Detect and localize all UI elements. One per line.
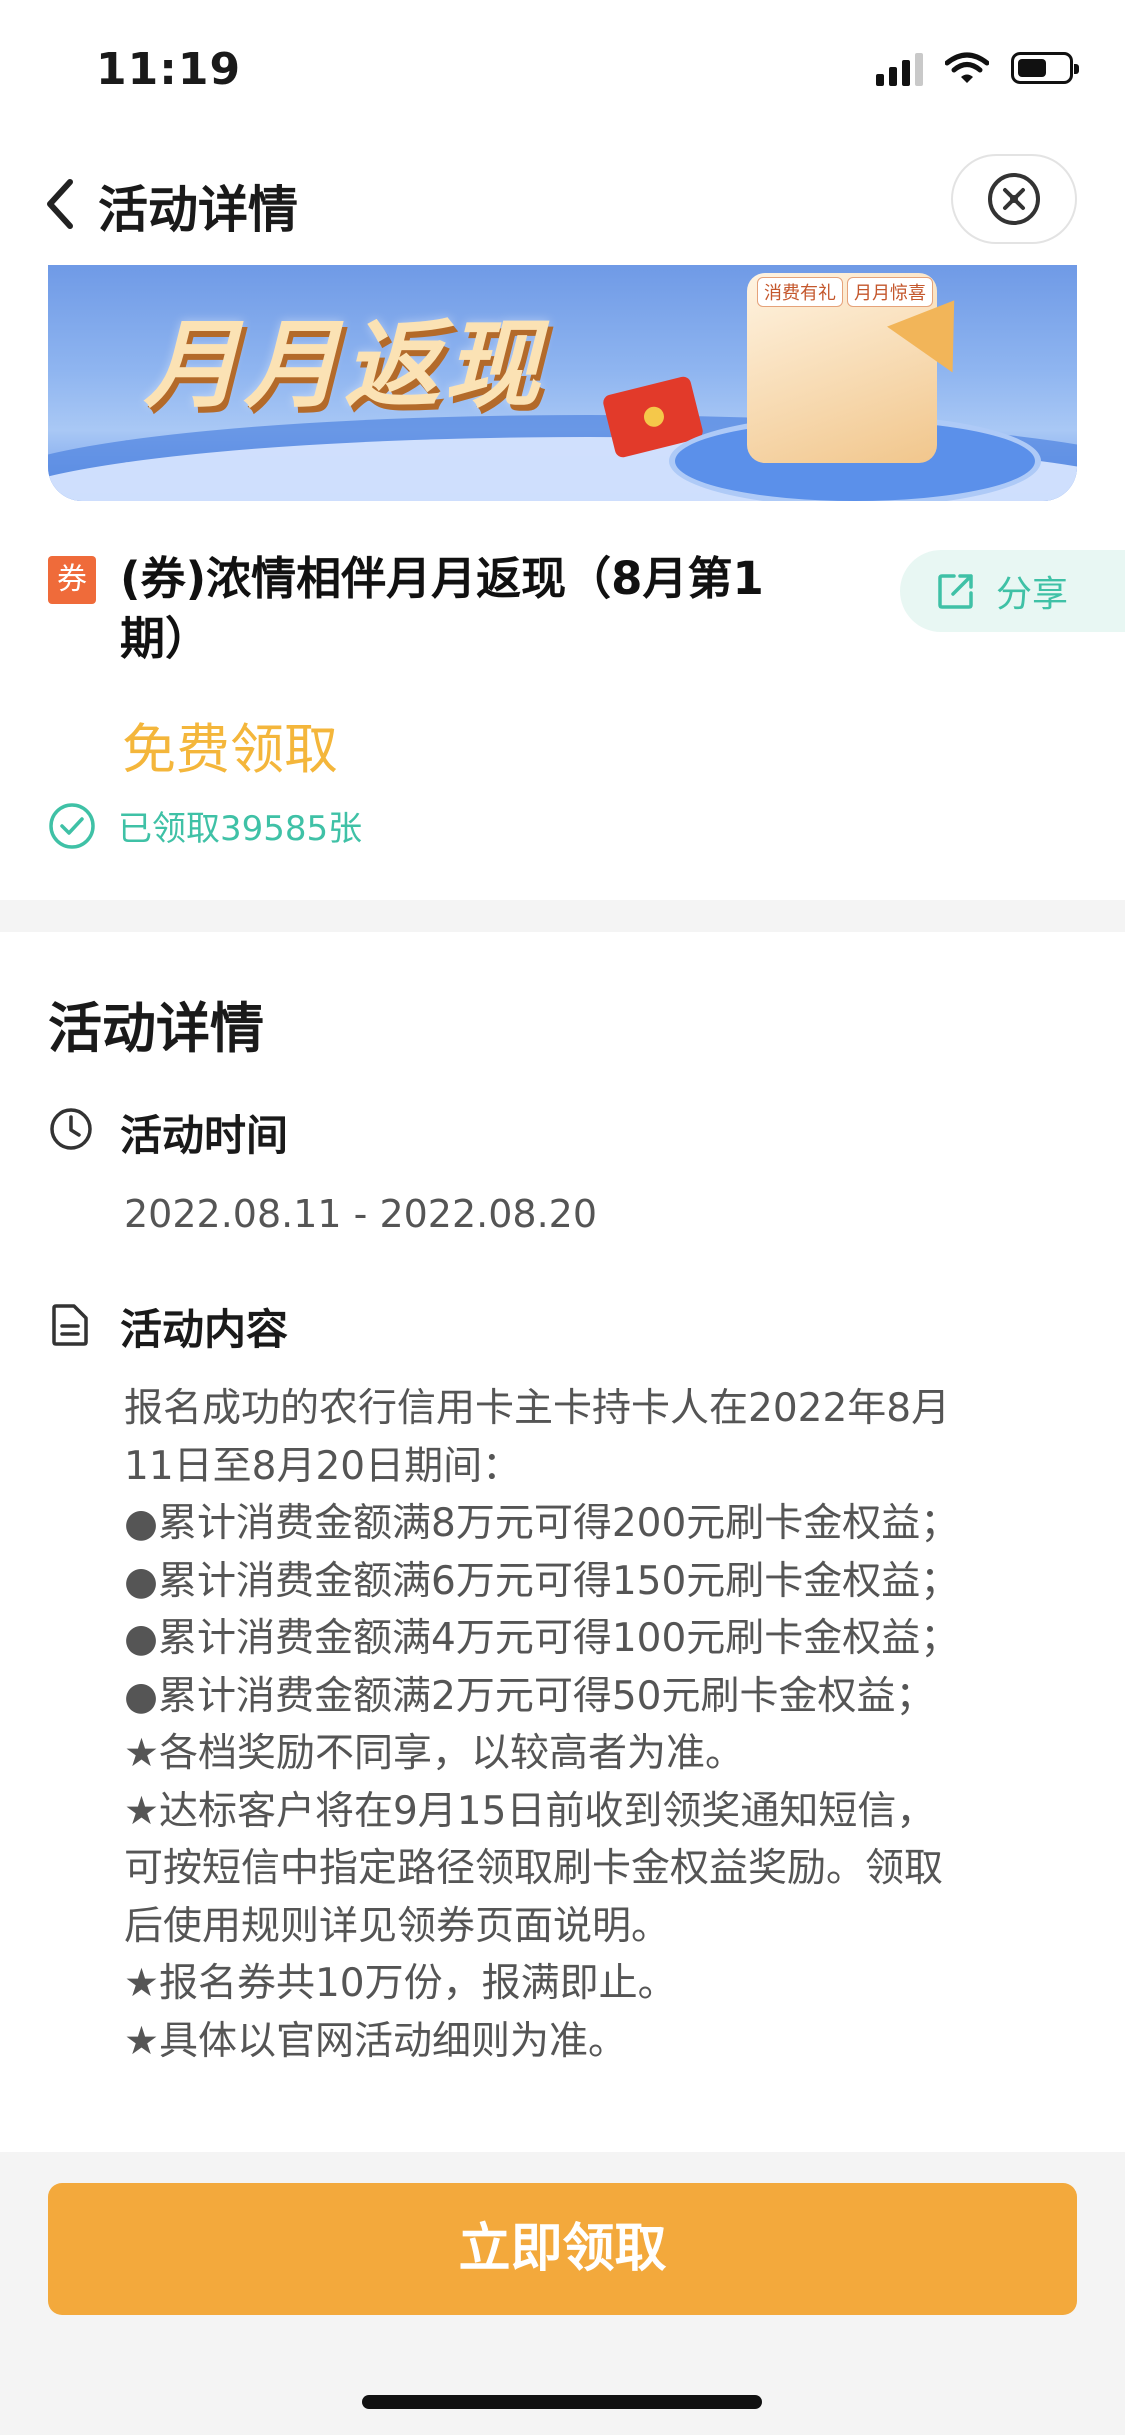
content-line: 后使用规则详见领券页面说明。: [124, 1903, 671, 1949]
close-miniapp-button[interactable]: [951, 154, 1077, 244]
check-circle-icon: [49, 802, 95, 849]
activity-content-label: 活动内容: [120, 1305, 289, 1354]
content-line: ●累计消费金额满4万元可得100元刷卡金权益；: [124, 1616, 960, 1661]
activity-time-value: 2022.08.11 - 2022.08.20: [124, 1192, 598, 1236]
wifi-icon: [945, 52, 989, 83]
price-free-label: 免费领取: [122, 718, 338, 781]
content-line: ●累计消费金额满8万元可得200元刷卡金权益；: [124, 1501, 960, 1546]
content-line: ●累计消费金额满2万元可得50元刷卡金权益；: [124, 1673, 935, 1719]
home-indicator: [362, 2395, 762, 2409]
claimed-count-text: 已领取39585张: [118, 809, 363, 849]
activity-detail-card: 活动详情 活动时间 2022.08.11 - 2022.08.20 活动内容 报…: [0, 932, 1125, 2152]
clock-icon: [50, 1108, 92, 1150]
page-title: 活动详情: [98, 181, 298, 239]
status-time: 11:19: [96, 44, 242, 95]
document-icon: [52, 1304, 88, 1346]
cellular-signal-icon: [876, 50, 923, 86]
content-line: ★报名券共10万份，报满即止。: [124, 1961, 677, 2006]
content-line: ★达标客户将在9月15日前收到领奖通知短信，: [124, 1788, 936, 1834]
battery-icon: [1011, 52, 1079, 84]
content-line: ★各档奖励不同享，以较高者为准。: [124, 1731, 744, 1776]
claim-now-button[interactable]: 立即领取: [48, 2183, 1077, 2315]
content-line: 报名成功的农行信用卡主卡持卡人在2022年8月: [124, 1386, 951, 1431]
banner-title: 月月返现: [144, 309, 544, 421]
share-label: 分享: [996, 574, 1069, 615]
content-line: ●累计消费金额满6万元可得150元刷卡金权益；: [124, 1558, 960, 1604]
promo-banner: 月月返现 消费有礼 月月惊喜: [48, 265, 1077, 501]
coupon-badge: 券: [48, 556, 96, 604]
content-line: 11日至8月20日期间：: [124, 1443, 522, 1489]
status-bar: 11:19: [0, 0, 1125, 140]
activity-content-text: 报名成功的农行信用卡主卡持卡人在2022年8月 11日至8月20日期间： ●累计…: [124, 1380, 1064, 2070]
activity-time-label: 活动时间: [120, 1111, 289, 1160]
content-line: ★具体以官网活动细则为准。: [124, 2018, 627, 2064]
share-icon: [938, 574, 973, 609]
activity-title: (券)浓情相伴月月返现（8月第1期）: [120, 552, 764, 665]
close-circle-icon: [988, 173, 1040, 225]
content-line: 可按短信中指定路径领取刷卡金权益奖励。领取: [124, 1846, 944, 1891]
share-button[interactable]: 分享: [900, 550, 1125, 632]
back-chevron-icon[interactable]: [40, 174, 80, 234]
detail-heading: 活动详情: [48, 997, 264, 1060]
status-icons: [876, 50, 1079, 86]
banner-tag: 消费有礼: [757, 277, 843, 307]
claimed-count: 已领取39585张: [48, 801, 362, 850]
nav-bar: 活动详情: [0, 140, 1125, 265]
coupon-card: 月月返现 消费有礼 月月惊喜 券 (券)浓情相伴月月返现（8月第1期） 分享 免…: [0, 265, 1125, 900]
